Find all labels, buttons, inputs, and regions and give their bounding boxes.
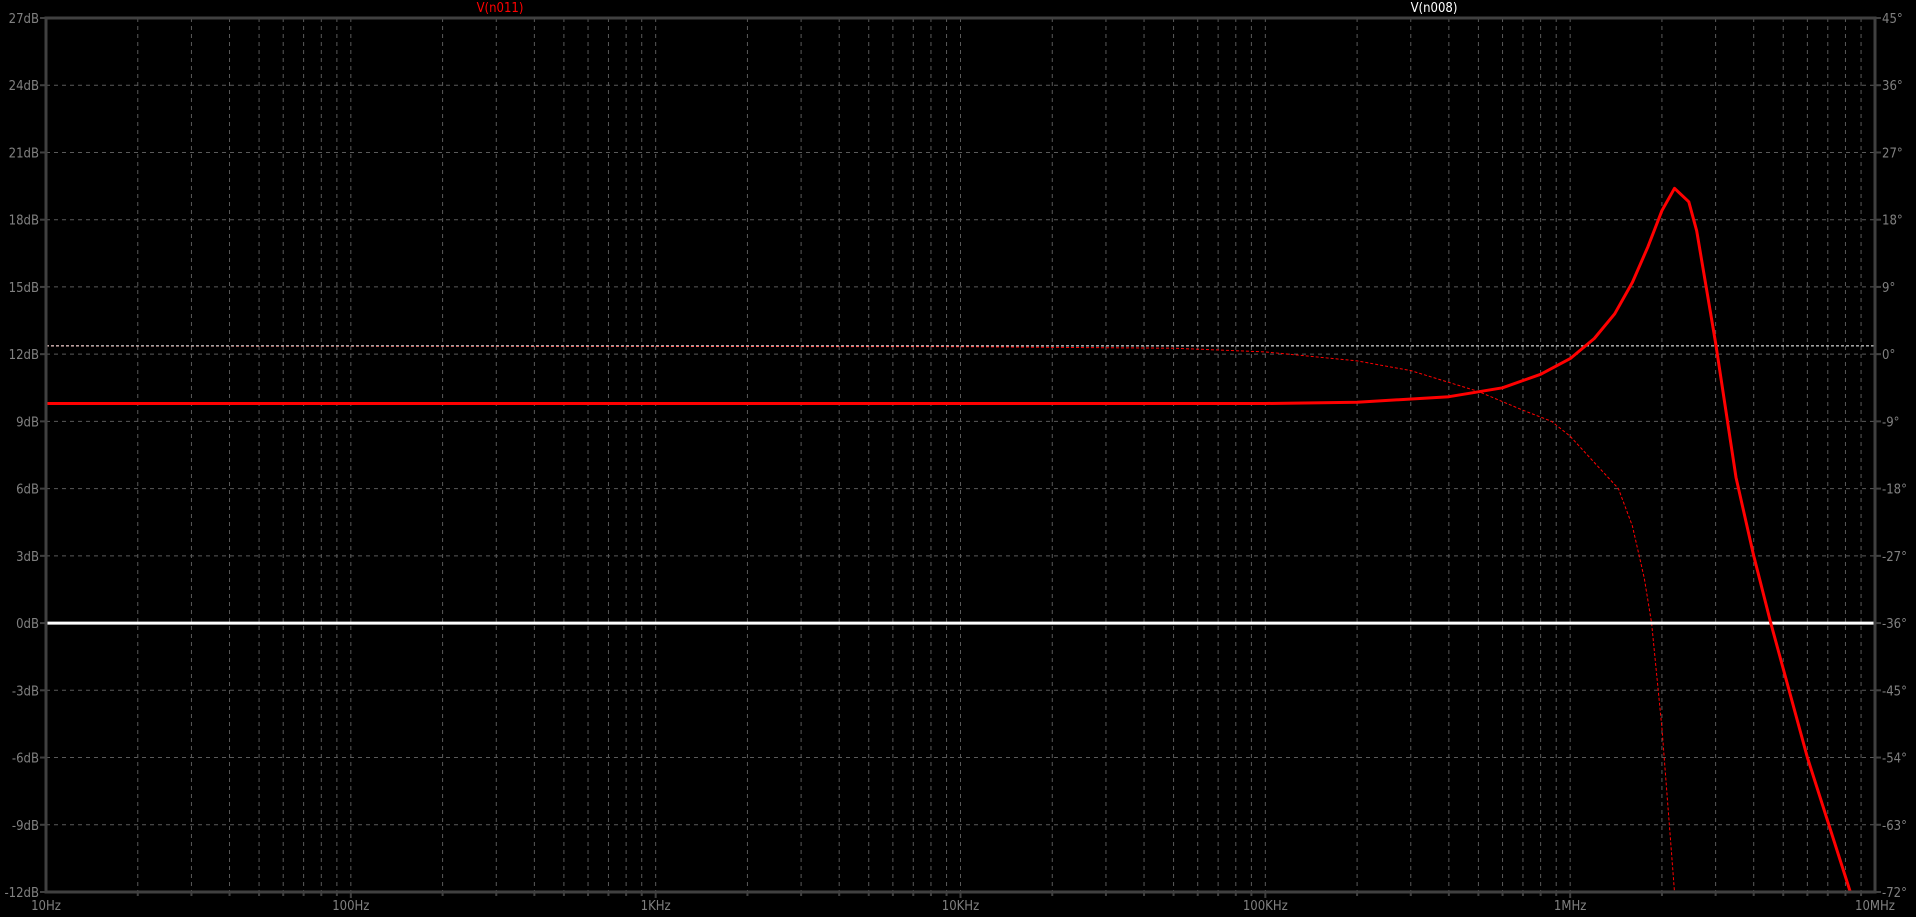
y2-tick-label: 0° bbox=[1882, 348, 1895, 363]
y2-tick-label: 18° bbox=[1882, 214, 1903, 229]
y2-tick-label: -27° bbox=[1882, 550, 1907, 565]
x-tick-label: 10Hz bbox=[31, 899, 61, 914]
trace-title-v-n011[interactable]: V(n011) bbox=[477, 1, 524, 16]
y2-tick-label: -45° bbox=[1882, 684, 1907, 699]
y2-tick-label: -63° bbox=[1882, 819, 1907, 834]
y-tick-label: 15dB bbox=[9, 281, 39, 296]
y2-tick-label: 27° bbox=[1882, 146, 1903, 161]
y2-tick-label: -36° bbox=[1882, 617, 1907, 632]
y-tick-label: 21dB bbox=[9, 146, 39, 161]
x-tick-label: 100Hz bbox=[332, 899, 369, 914]
y2-tick-label: 45° bbox=[1882, 12, 1903, 27]
x-tick-label: 100KHz bbox=[1243, 899, 1288, 914]
y-tick-label: 18dB bbox=[9, 214, 39, 229]
y2-tick-label: -9° bbox=[1882, 415, 1900, 430]
y2-tick-label: -54° bbox=[1882, 752, 1907, 767]
x-tick-label: 10MHz bbox=[1855, 899, 1895, 914]
y2-tick-label: -18° bbox=[1882, 483, 1907, 498]
tick-labels: -12dB-9dB-6dB-3dB0dB3dB6dB9dB12dB15dB18d… bbox=[4, 12, 1907, 914]
y-tick-label: 27dB bbox=[9, 12, 39, 27]
y-tick-label: 3dB bbox=[16, 550, 39, 565]
x-tick-label: 1KHz bbox=[641, 899, 671, 914]
y-tick-label: -3dB bbox=[12, 684, 39, 699]
bode-plot: -12dB-9dB-6dB-3dB0dB3dB6dB9dB12dB15dB18d… bbox=[0, 0, 1916, 917]
magnitude-trace-vn011 bbox=[46, 186, 1852, 893]
y-tick-label: -6dB bbox=[12, 752, 39, 767]
y-tick-label: 12dB bbox=[9, 348, 39, 363]
y-tick-label: -9dB bbox=[12, 819, 39, 834]
grid bbox=[46, 18, 1875, 892]
y2-tick-label: 9° bbox=[1882, 281, 1895, 296]
x-tick-label: 10KHz bbox=[942, 899, 979, 914]
y-tick-label: 9dB bbox=[16, 415, 39, 430]
trace-title-v-n008[interactable]: V(n008) bbox=[1411, 1, 1458, 16]
y-tick-label: 6dB bbox=[16, 483, 39, 498]
x-tick-label: 1MHz bbox=[1554, 899, 1586, 914]
y-tick-label: 0dB bbox=[16, 617, 39, 632]
y2-tick-label: 36° bbox=[1882, 79, 1903, 94]
phase-trace-vn011 bbox=[45, 345, 1675, 893]
y-tick-label: 24dB bbox=[9, 79, 39, 94]
